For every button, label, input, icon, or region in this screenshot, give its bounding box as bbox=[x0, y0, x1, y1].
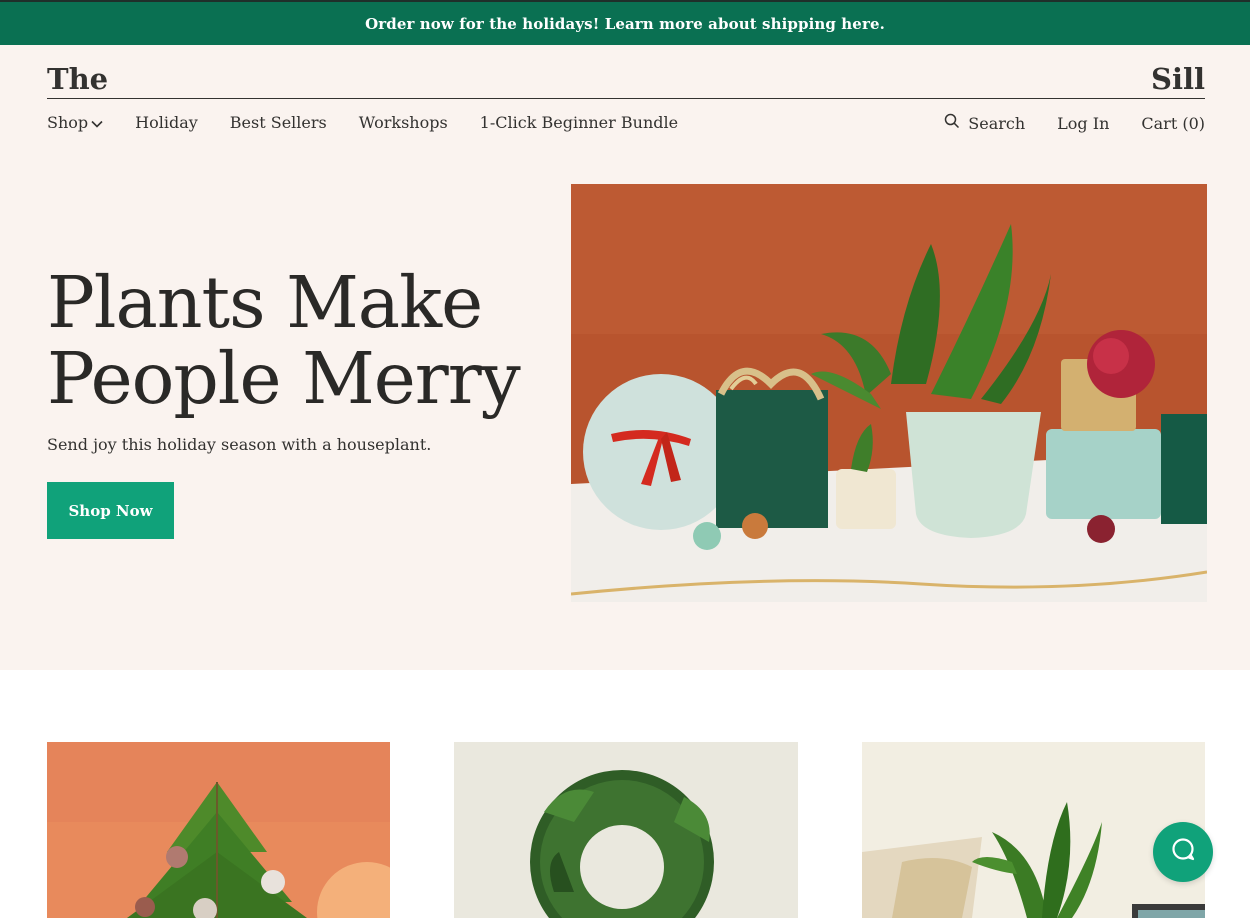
search-icon bbox=[944, 113, 960, 133]
nav-item-shop[interactable]: Shop bbox=[47, 113, 103, 132]
chevron-down-icon bbox=[91, 113, 103, 132]
product-card-image-wreath[interactable] bbox=[454, 742, 798, 918]
account-nav: Search Log In Cart (0) bbox=[912, 113, 1205, 133]
hero-subtitle: Send joy this holiday season with a hous… bbox=[47, 435, 432, 454]
hero-image bbox=[571, 184, 1207, 602]
product-card-image-norfolk-pine[interactable] bbox=[47, 742, 390, 918]
header-hero-section: The Sill Shop Holiday Best Sellers Works… bbox=[0, 45, 1250, 670]
hero-title-line-2: People Merry bbox=[47, 337, 521, 420]
promo-banner-text[interactable]: Order now for the holidays! Learn more a… bbox=[365, 15, 885, 33]
logo-word-left[interactable]: The bbox=[47, 62, 108, 96]
nav-item-shop-label: Shop bbox=[47, 113, 89, 132]
search-button[interactable]: Search bbox=[944, 113, 1025, 133]
hero-title-line-1: Plants Make bbox=[47, 261, 483, 344]
promo-banner[interactable]: Order now for the holidays! Learn more a… bbox=[0, 0, 1250, 45]
site-logo[interactable]: The Sill bbox=[47, 62, 1205, 99]
logo-word-right[interactable]: Sill bbox=[1151, 62, 1205, 96]
help-chat-button[interactable] bbox=[1153, 822, 1213, 882]
hero-title: Plants Make People Merry bbox=[47, 265, 527, 417]
chat-help-icon bbox=[1170, 837, 1196, 867]
product-card-image-zz-plant[interactable] bbox=[862, 742, 1205, 918]
search-label: Search bbox=[968, 113, 1026, 133]
main-nav-links: Shop Holiday Best Sellers Workshops 1-Cl… bbox=[47, 113, 710, 132]
login-link[interactable]: Log In bbox=[1057, 114, 1109, 133]
nav-item-best-sellers[interactable]: Best Sellers bbox=[230, 113, 327, 132]
cart-link[interactable]: Cart (0) bbox=[1141, 114, 1205, 133]
main-nav: Shop Holiday Best Sellers Workshops 1-Cl… bbox=[47, 113, 1205, 137]
nav-item-holiday[interactable]: Holiday bbox=[135, 113, 198, 132]
nav-item-beginner-bundle[interactable]: 1-Click Beginner Bundle bbox=[480, 113, 678, 132]
shop-now-button[interactable]: Shop Now bbox=[47, 482, 174, 539]
nav-item-workshops[interactable]: Workshops bbox=[359, 113, 448, 132]
